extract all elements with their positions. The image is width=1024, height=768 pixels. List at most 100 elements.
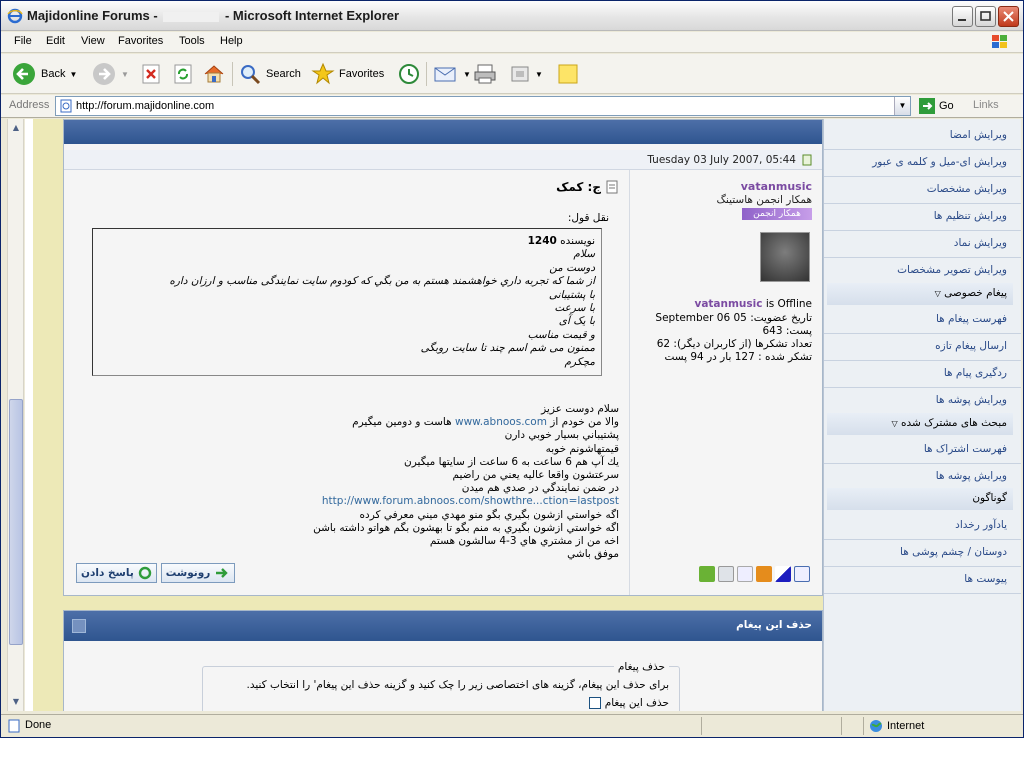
sidebar-item-pm-track[interactable]: ردگیری پیام ها (944, 367, 1007, 379)
chevron-down-icon: ▽ (891, 419, 898, 428)
history-button[interactable] (397, 60, 421, 88)
menu-favorites[interactable]: Favorites (118, 35, 163, 47)
edit-dropdown-icon[interactable]: ▼ (535, 70, 543, 79)
sidebar-divider (824, 230, 1021, 231)
sidebar-divider (824, 176, 1021, 177)
stumble-icon[interactable] (794, 566, 810, 582)
sidebar-item-subs-list[interactable]: فهرست اشتراک ها (924, 443, 1007, 455)
sidebar-item-edit-profile[interactable]: ویرایش مشخصات (927, 183, 1007, 195)
minimize-button[interactable] (952, 6, 973, 27)
menu-tools[interactable]: Tools (179, 35, 205, 47)
sidebar-head-subscriptions[interactable]: مبحث های مشترک شده ▽ (827, 413, 1013, 435)
favorites-button[interactable]: Favorites (311, 60, 384, 88)
quote-line: ممنون می شم اسم چند تا سایت روبگی (420, 342, 595, 355)
sidebar-item-edit-avatar[interactable]: ویرایش نماد (954, 237, 1007, 249)
user-title: همکار انجمن هاستینگ (716, 194, 812, 206)
sidebar-head-misc: گوناگون (827, 488, 1013, 510)
sidebar-item-pm-new[interactable]: ارسال پیغام تازه (935, 340, 1007, 352)
sidebar-divider (824, 333, 1021, 334)
post-icon (802, 154, 812, 166)
quote-line: با پشتیبانی (548, 288, 595, 301)
quote-line: سلام (573, 248, 595, 261)
home-button[interactable] (202, 60, 226, 88)
search-button[interactable]: Search (238, 60, 301, 88)
delete-checkbox[interactable] (588, 697, 601, 709)
post-text: موفق باشي (567, 548, 619, 561)
page-done-icon (8, 719, 20, 733)
post-date-bar: Tuesday 03 July 2007, 05:44 (64, 150, 822, 170)
delicious-icon[interactable] (718, 566, 734, 582)
delete-checkbox-row[interactable]: حذف این پیغام (588, 697, 669, 709)
scroll-thumb[interactable] (9, 399, 23, 645)
title-redacted (163, 11, 220, 22)
delete-description: برای حذف این پیغام، گزینه های اختصاصی زی… (246, 679, 669, 691)
sidebar-item-friends[interactable]: دوستان / چشم پوشی ها (900, 546, 1007, 558)
refresh-button[interactable] (172, 60, 194, 88)
ie-icon (7, 8, 23, 24)
sidebar-head-pm[interactable]: پیغام خصوصی ▽ (827, 283, 1013, 305)
sidebar-item-edit-options[interactable]: ویرایش تنظیم ها (934, 210, 1007, 222)
menu-file[interactable]: File (14, 35, 32, 47)
delete-legend: حذف پیغام (613, 661, 669, 673)
mail-dropdown-icon[interactable]: ▼ (463, 70, 471, 79)
post-text: والا من خودم از (546, 416, 619, 429)
collapse-icon[interactable] (72, 619, 86, 633)
print-button[interactable] (473, 60, 497, 88)
sidebar-item-edit-signature[interactable]: ویرایش امضا (950, 129, 1007, 141)
go-button[interactable]: Go (919, 98, 954, 114)
sidebar-divider (824, 387, 1021, 388)
post-link[interactable]: www.abnoos.com (455, 416, 547, 428)
quote-button[interactable]: رونوشت (160, 563, 236, 583)
bookmark-icon[interactable] (699, 566, 715, 582)
back-button[interactable]: Back ▼ (11, 60, 77, 88)
post-body-line: http://www.forum.abnoos.com/showthre...c… (79, 495, 619, 508)
close-button[interactable] (998, 6, 1019, 27)
page-scrollbar[interactable]: ▲ ▼ (7, 119, 24, 711)
sidebar-item-attachments[interactable]: پیوست ها (964, 573, 1007, 585)
links-button[interactable]: Links (973, 99, 999, 111)
post-body-line: سرعتشون واقعا عاليه يعني من راضيم (79, 469, 619, 482)
thanks-given: تعداد تشکرها (از کاربران دیگر): 62 (656, 338, 812, 350)
sidebar-item-edit-email[interactable]: ویرایش ای-میل و کلمه ی عبور (872, 156, 1007, 168)
delete-panel-header: حذف این پیغام (64, 611, 822, 641)
stop-button[interactable] (140, 60, 162, 88)
address-bar: Address http://forum.majidonline.com ▼ G… (1, 95, 1023, 118)
reddit-icon[interactable] (737, 566, 753, 582)
menu-help[interactable]: Help (220, 35, 243, 47)
delete-post-panel: حذف این پیغام حذف پیغام برای حذف این پیغ… (63, 610, 823, 711)
sidebar-item-pm-list[interactable]: فهرست پیغام ها (936, 313, 1007, 325)
forward-button[interactable]: ▼ (91, 60, 129, 88)
menu-edit[interactable]: Edit (46, 35, 65, 47)
windows-logo-icon (992, 35, 1007, 48)
sidebar-item-subs-folders[interactable]: ویرایش پوشه ها (936, 470, 1007, 482)
scroll-down-icon[interactable]: ▼ (9, 695, 23, 709)
home-icon (204, 65, 224, 83)
title-bar[interactable]: Majidonline Forums - - Microsoft Interne… (1, 1, 1023, 31)
sidebar-item-reminders[interactable]: یادآور رخداد (955, 519, 1007, 531)
forward-dropdown-icon[interactable]: ▼ (121, 70, 129, 79)
digg-icon[interactable] (775, 566, 791, 582)
reply-button[interactable]: پاسخ دادن (76, 563, 157, 583)
edit-button[interactable]: ▼ (509, 60, 543, 88)
page-viewport: Tuesday 03 July 2007, 05:44 ج: کمک نقل ق… (25, 119, 1021, 711)
delete-fieldset: حذف پیغام برای حذف این پیغام، گزینه های … (202, 661, 680, 711)
post-date: Tuesday 03 July 2007, 05:44 (647, 154, 796, 166)
mail-button[interactable]: ▼ (433, 60, 471, 88)
post-body-line: والا من خودم از www.abnoos.com هاست و دو… (79, 416, 619, 429)
scroll-up-icon[interactable]: ▲ (9, 121, 23, 135)
quote-line: با سرعت (554, 302, 595, 315)
facebook-icon[interactable] (756, 566, 772, 582)
sidebar-item-edit-profile-pic[interactable]: ویرایش تصویر مشخصات (897, 264, 1007, 276)
maximize-button[interactable] (975, 6, 996, 27)
globe-icon (870, 720, 882, 732)
post-link[interactable]: http://www.forum.abnoos.com/showthre...c… (322, 495, 619, 507)
quote-author: 1240 (527, 235, 557, 247)
address-input[interactable]: http://forum.majidonline.com ▼ (55, 96, 911, 116)
menu-view[interactable]: View (81, 35, 105, 47)
post-text: اگه خواستي ازشون بگيري بگو منو مهدي ميني… (359, 508, 619, 521)
username-link[interactable]: vatanmusic (741, 180, 812, 193)
messenger-button[interactable] (556, 60, 580, 88)
back-dropdown-icon[interactable]: ▼ (69, 70, 77, 79)
address-dropdown-icon[interactable]: ▼ (894, 97, 910, 115)
sidebar-item-pm-folders[interactable]: ویرایش پوشه ها (936, 394, 1007, 406)
